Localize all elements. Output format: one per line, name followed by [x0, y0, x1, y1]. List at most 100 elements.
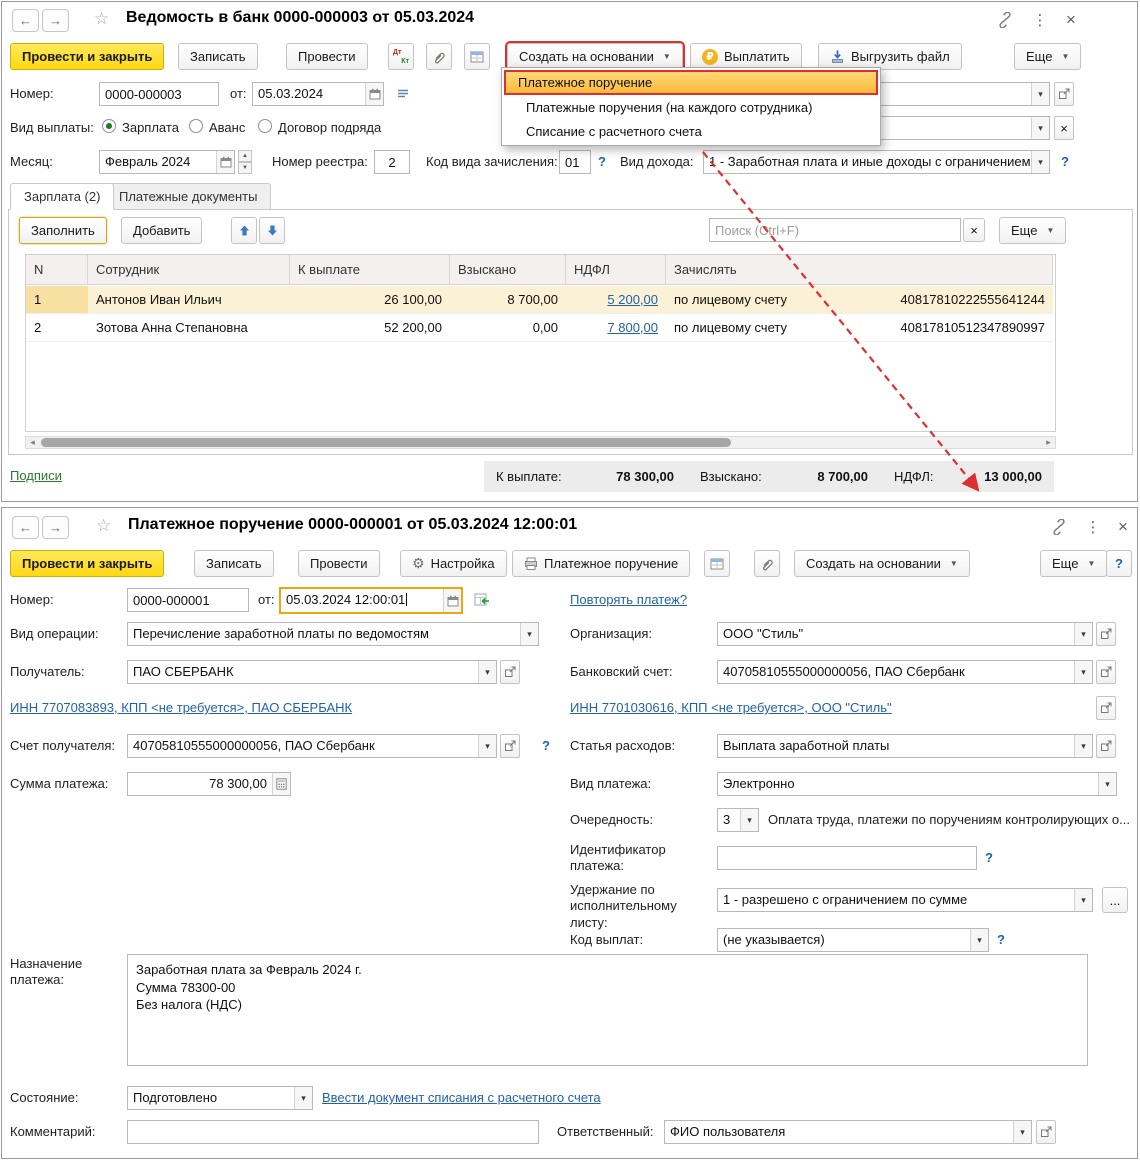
credit-code-input[interactable] — [559, 150, 591, 174]
clear-button[interactable]: × — [1054, 116, 1074, 140]
chevron-down-icon[interactable]: ▾ — [1074, 889, 1092, 911]
open-button[interactable] — [1054, 82, 1074, 106]
col-header-employee[interactable]: Сотрудник — [88, 255, 290, 285]
calendar-icon[interactable] — [365, 83, 383, 105]
operation-type-combo[interactable]: Перечисление заработной платы по ведомос… — [127, 622, 539, 646]
expense-item-combo[interactable]: Выплата заработной платы ▾ — [717, 734, 1093, 758]
chevron-down-icon[interactable]: ▾ — [478, 735, 496, 757]
payment-purpose-textarea[interactable]: Заработная плата за Февраль 2024 г. Сумм… — [127, 954, 1088, 1066]
related-documents-button[interactable] — [464, 43, 490, 70]
chevron-down-icon[interactable]: ▾ — [1074, 623, 1092, 645]
back-button[interactable]: ← — [12, 9, 39, 32]
chevron-down-icon[interactable]: ▾ — [294, 1087, 312, 1109]
col-header-credit[interactable]: Зачислять — [666, 255, 1053, 285]
chevron-down-icon[interactable]: ▾ — [1074, 661, 1092, 683]
step-up-icon[interactable]: ▲ — [238, 150, 252, 162]
ndfl-link[interactable]: 7 800,00 — [607, 320, 658, 335]
date-input-focused[interactable]: 05.03.2024 12:00:01 — [279, 587, 463, 614]
payment-kind-combo[interactable]: Электронно ▾ — [717, 772, 1117, 796]
chevron-down-icon[interactable]: ▾ — [740, 809, 758, 831]
pay-button[interactable]: ₽ Выплатить — [690, 43, 802, 70]
chevron-down-icon[interactable]: ▾ — [478, 661, 496, 683]
ndfl-link[interactable]: 5 200,00 — [607, 292, 658, 307]
post-button[interactable]: Провести — [286, 43, 368, 70]
col-header-collected[interactable]: Взыскано — [450, 255, 566, 285]
insert-current-date-icon[interactable] — [470, 589, 492, 611]
scrollbar-thumb[interactable] — [41, 438, 731, 447]
grid-more-button[interactable]: Еще ▼ — [999, 217, 1067, 244]
post-button[interactable]: Провести — [298, 550, 380, 577]
close-icon[interactable]: × — [1060, 9, 1082, 31]
scroll-left-icon[interactable]: ◂ — [26, 437, 39, 448]
kebab-menu-icon[interactable]: ⋮ — [1082, 516, 1104, 538]
bank-account-combo[interactable]: 40705810555000000056, ПАО Сбербанк ▾ — [717, 660, 1093, 684]
menu-item-payment-order[interactable]: Платежное поручение — [504, 70, 878, 95]
chevron-down-icon[interactable]: ▾ — [970, 929, 988, 951]
open-button[interactable] — [1096, 660, 1116, 684]
save-button[interactable]: Записать — [178, 43, 258, 70]
open-button[interactable] — [1096, 734, 1116, 758]
help-icon[interactable]: ? — [598, 154, 606, 169]
register-number-input[interactable] — [374, 150, 410, 174]
favorite-star-icon[interactable]: ☆ — [94, 9, 109, 29]
save-button[interactable]: Записать — [194, 550, 274, 577]
open-button[interactable] — [1036, 1120, 1056, 1144]
more-button[interactable]: Еще ▼ — [1040, 550, 1108, 577]
signatures-link[interactable]: Подписи — [10, 468, 62, 483]
move-up-button[interactable] — [231, 217, 257, 244]
link-icon[interactable] — [994, 9, 1016, 31]
chevron-down-icon[interactable]: ▾ — [520, 623, 538, 645]
radio-advance[interactable] — [189, 119, 203, 133]
open-button[interactable] — [500, 734, 520, 758]
col-header-n[interactable]: N — [26, 255, 88, 285]
month-input[interactable]: Февраль 2024 — [99, 150, 235, 174]
month-stepper[interactable]: ▲ ▼ — [238, 150, 252, 174]
comment-input[interactable] — [127, 1120, 539, 1144]
export-file-button[interactable]: Выгрузить файл — [818, 43, 962, 70]
horizontal-scrollbar[interactable]: ◂ ▸ — [25, 436, 1056, 449]
calculator-icon[interactable] — [272, 773, 290, 795]
search-input[interactable] — [709, 218, 961, 242]
organization-inn-link[interactable]: ИНН 7701030616, КПП <не требуется>, ООО … — [570, 700, 892, 715]
post-and-close-button[interactable]: Провести и закрыть — [10, 43, 165, 70]
more-button[interactable]: Еще ▼ — [1014, 43, 1082, 70]
ellipsis-button[interactable]: ... — [1102, 887, 1128, 913]
number-input[interactable] — [99, 82, 219, 106]
calendar-icon[interactable] — [216, 151, 234, 173]
open-button[interactable] — [1096, 696, 1116, 720]
responsible-combo[interactable]: ФИО пользователя ▾ — [664, 1120, 1032, 1144]
enter-writeoff-document-link[interactable]: Ввести документ списания с расчетного сч… — [322, 1090, 601, 1105]
step-down-icon[interactable]: ▼ — [238, 162, 252, 174]
help-icon[interactable]: ? — [997, 932, 1005, 947]
tab-salary[interactable]: Зарплата (2) — [10, 183, 115, 210]
help-icon[interactable]: ? — [542, 738, 550, 753]
recipient-combo[interactable]: ПАО СБЕРБАНК ▾ — [127, 660, 497, 684]
attachment-button[interactable] — [754, 550, 780, 577]
post-and-close-button[interactable]: Провести и закрыть — [10, 550, 165, 577]
payment-sum-input[interactable]: 78 300,00 — [127, 772, 291, 796]
radio-contract[interactable] — [258, 119, 272, 133]
radio-salary[interactable] — [102, 119, 116, 133]
dtkt-postings-icon[interactable]: Дт Кт — [388, 43, 414, 70]
col-header-ndfl[interactable]: НДФЛ — [566, 255, 666, 285]
help-icon[interactable]: ? — [1061, 154, 1069, 169]
repeat-payment-link[interactable]: Повторять платеж? — [570, 592, 687, 607]
table-row[interactable]: 1 Антонов Иван Ильич 26 100,00 8 700,00 … — [26, 286, 1053, 314]
payout-code-combo[interactable]: (не указывается) ▾ — [717, 928, 989, 952]
settings-button[interactable]: ⚙ Настройка — [400, 550, 507, 577]
chevron-down-icon[interactable]: ▾ — [1031, 151, 1049, 173]
kebab-menu-icon[interactable]: ⋮ — [1029, 9, 1051, 31]
date-input[interactable]: 05.03.2024 — [252, 82, 384, 106]
print-payment-order-button[interactable]: Платежное поручение — [512, 550, 691, 577]
clear-search-button[interactable]: × — [963, 218, 985, 242]
fill-button[interactable]: Заполнить — [19, 217, 107, 244]
forward-button[interactable]: → — [42, 516, 69, 539]
calendar-icon[interactable] — [443, 589, 461, 612]
help-button[interactable]: ? — [1106, 550, 1132, 577]
chevron-down-icon[interactable]: ▾ — [1074, 735, 1092, 757]
state-combo[interactable]: Подготовлено ▾ — [127, 1086, 313, 1110]
create-based-on-button[interactable]: Создать на основании ▼ — [505, 41, 685, 72]
open-button[interactable] — [500, 660, 520, 684]
journal-icon[interactable] — [392, 83, 414, 105]
close-icon[interactable]: × — [1112, 516, 1134, 538]
